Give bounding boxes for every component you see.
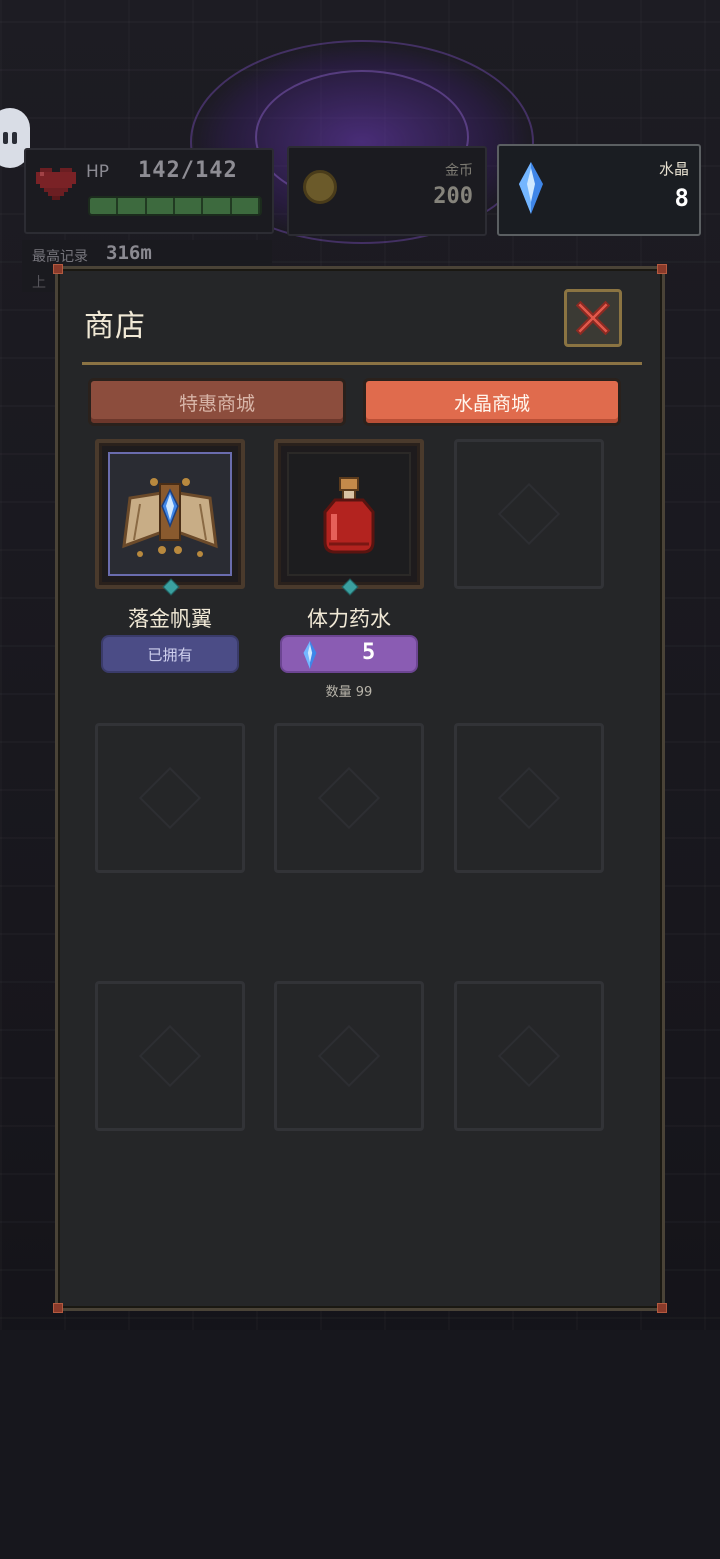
record-sub-label: 上 xyxy=(32,275,46,291)
tab-special-shop[interactable]: 特惠商城 xyxy=(88,378,346,426)
potion-price: 5 xyxy=(362,640,376,665)
empty-slot xyxy=(274,981,424,1131)
shop-title: 商店 xyxy=(84,309,146,344)
empty-slot xyxy=(95,723,245,873)
gold-coin-icon xyxy=(303,170,337,204)
modal-corner xyxy=(53,264,63,274)
empty-slot xyxy=(454,439,604,589)
owned-status-button: 已拥有 xyxy=(101,635,239,673)
crystal-icon xyxy=(519,162,543,214)
crystal-value: 8 xyxy=(674,184,689,212)
record-value: 316m xyxy=(106,242,152,264)
gold-label: 金币 xyxy=(445,163,473,179)
item-frame xyxy=(108,452,232,576)
dungeon-floor xyxy=(0,1330,720,1559)
modal-corner xyxy=(657,1303,667,1313)
hp-bar-ticks xyxy=(90,198,260,214)
shop-modal: 商店 特惠商城 水晶商城 落金帆翼 已拥有 体力药水 5 数量 99 xyxy=(53,264,667,1313)
hp-panel: HP 142/142 xyxy=(24,148,274,234)
gold-panel: 金币 200 xyxy=(287,146,487,236)
modal-corner xyxy=(53,1303,63,1313)
buy-potion-button[interactable]: 5 xyxy=(280,635,418,673)
hp-value: 142/142 xyxy=(138,158,238,183)
hp-bar xyxy=(88,196,262,216)
empty-slot xyxy=(274,723,424,873)
empty-slot xyxy=(95,981,245,1131)
chat-dot xyxy=(3,132,8,144)
modal-corner xyxy=(657,264,667,274)
slot-gem xyxy=(341,578,359,596)
potion-quantity: 数量 99 xyxy=(325,685,373,700)
chat-dot xyxy=(12,132,17,144)
slot-gem xyxy=(162,578,180,596)
title-divider xyxy=(82,362,642,365)
crystal-icon xyxy=(303,641,317,669)
record-label: 最高记录 xyxy=(32,249,88,265)
tab-label: 特惠商城 xyxy=(178,392,255,415)
crystal-panel: 水晶 8 xyxy=(497,144,701,236)
shop-item-slot-wings[interactable] xyxy=(95,439,245,596)
close-x-icon xyxy=(575,300,611,336)
empty-slot xyxy=(454,981,604,1131)
shop-item-slot-potion[interactable] xyxy=(274,439,424,596)
hp-label: HP xyxy=(86,162,110,182)
item-name-wings: 落金帆翼 xyxy=(128,607,212,631)
gold-value: 200 xyxy=(433,184,473,209)
crystal-label: 水晶 xyxy=(658,160,689,178)
tab-label: 水晶商城 xyxy=(453,392,530,415)
heart-icon xyxy=(36,168,76,200)
golden-sail-wings-icon xyxy=(122,478,218,557)
item-frame xyxy=(287,452,411,576)
close-button[interactable] xyxy=(564,289,622,347)
empty-slot xyxy=(454,723,604,873)
item-name-potion: 体力药水 xyxy=(307,607,391,631)
owned-label: 已拥有 xyxy=(147,645,193,664)
stamina-potion-icon xyxy=(323,477,375,554)
tab-crystal-shop[interactable]: 水晶商城 xyxy=(363,378,621,426)
